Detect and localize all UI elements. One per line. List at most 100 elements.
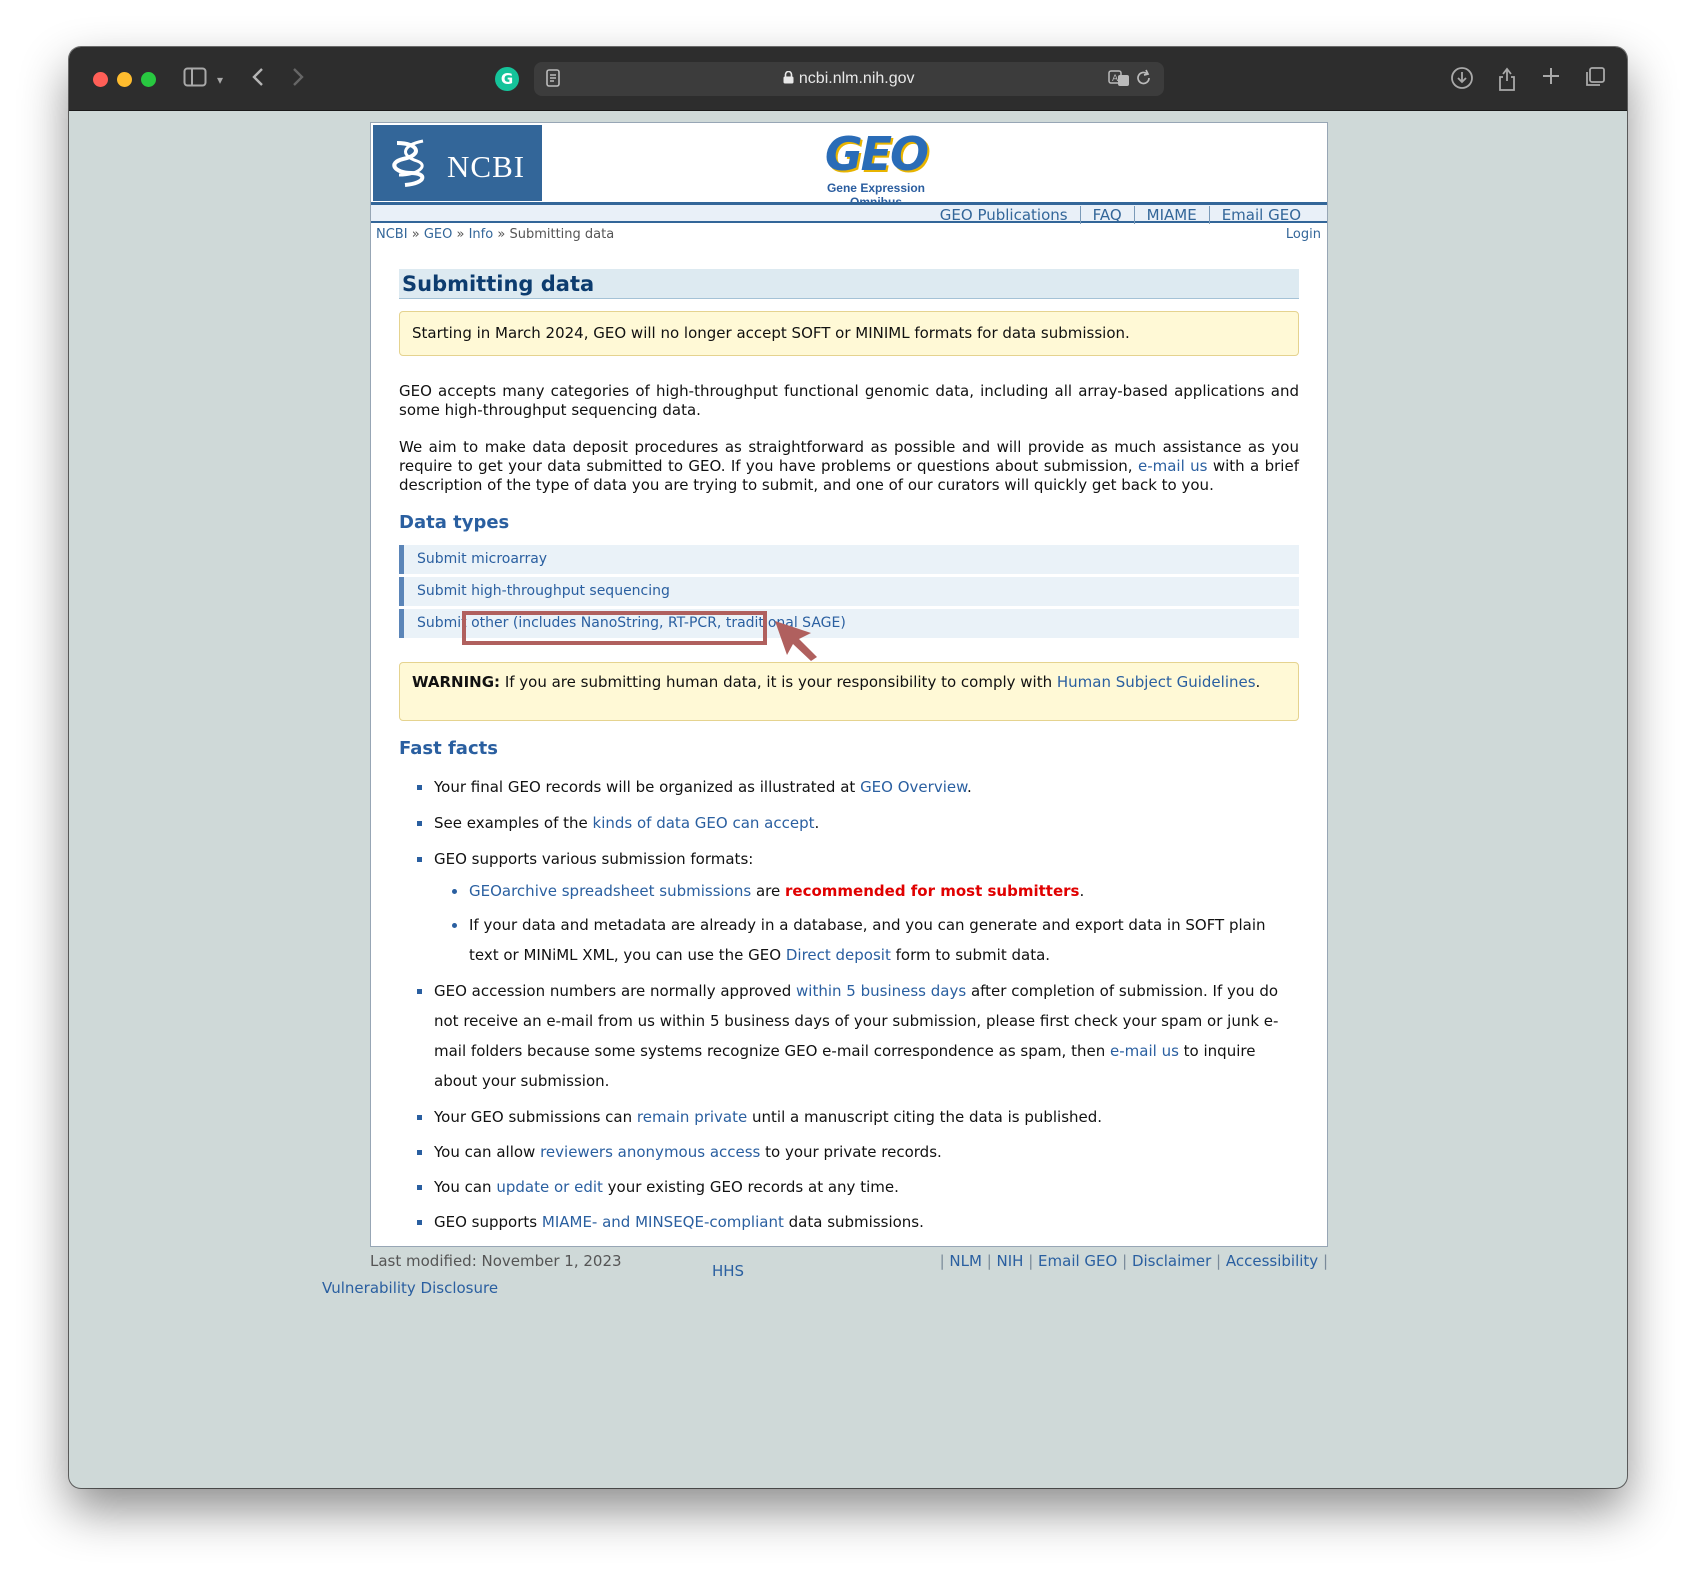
nav-geo-publications[interactable]: GEO Publications bbox=[928, 206, 1080, 224]
fact-text: You can allow bbox=[434, 1143, 536, 1161]
address-bar[interactable]: ncbi.nlm.nih.gov A bbox=[534, 62, 1164, 96]
footer-links: | NLM | NIH | Email GEO | Disclaimer | A… bbox=[939, 1252, 1328, 1270]
sub-bullet bbox=[452, 923, 457, 928]
breadcrumb-info[interactable]: Info bbox=[469, 227, 494, 242]
fact-text: . bbox=[966, 778, 972, 796]
minimize-window-button[interactable] bbox=[117, 72, 132, 87]
reviewers-access-link[interactable]: reviewers anonymous access bbox=[540, 1143, 760, 1161]
close-window-button[interactable] bbox=[93, 72, 108, 87]
fact-text: See examples of the bbox=[434, 814, 588, 832]
fact-text: form to submit data. bbox=[895, 946, 1051, 964]
kinds-of-data-link[interactable]: kinds of data GEO can accept bbox=[593, 814, 815, 832]
fact-text: You can bbox=[434, 1178, 492, 1196]
nav-faq[interactable]: FAQ bbox=[1079, 206, 1134, 224]
within-5-days-link[interactable]: within 5 business days bbox=[796, 982, 966, 1000]
ncbi-label: NCBI bbox=[447, 149, 526, 184]
format-notice: Starting in March 2024, GEO will no long… bbox=[399, 311, 1299, 356]
share-icon[interactable] bbox=[1495, 66, 1519, 94]
top-nav: GEO Publications FAQ MIAME Email GEO bbox=[371, 205, 1327, 224]
warning-box: WARNING: If you are submitting human dat… bbox=[399, 662, 1299, 721]
footer-accessibility-link[interactable]: Accessibility bbox=[1226, 1252, 1318, 1270]
bullet bbox=[417, 785, 422, 790]
fact-text: GEO supports various submission formats: bbox=[434, 850, 754, 868]
bullet bbox=[417, 1115, 422, 1120]
browser-toolbar: ▾ G ncbi.nlm.nih.gov A bbox=[69, 47, 1627, 111]
annotation-highlight-box bbox=[462, 611, 767, 645]
fact-text: GEO supports bbox=[434, 1213, 538, 1231]
email-us-link-2[interactable]: e-mail us bbox=[1110, 1042, 1179, 1060]
fast-facts-heading: Fast facts bbox=[399, 738, 498, 759]
fact-text: . bbox=[1079, 882, 1085, 900]
forward-icon[interactable] bbox=[289, 66, 307, 94]
sidebar-icon[interactable] bbox=[182, 66, 208, 94]
miame-minseqe-link[interactable]: MIAME- and MINSEQE-compliant bbox=[542, 1213, 784, 1231]
update-or-edit-link[interactable]: update or edit bbox=[496, 1178, 603, 1196]
geo-overview-link[interactable]: GEO Overview bbox=[860, 778, 967, 796]
list-item: See examples of the kinds of data GEO ca… bbox=[399, 810, 1299, 836]
ncbi-logo[interactable]: NCBI bbox=[373, 125, 542, 201]
breadcrumb-current: Submitting data bbox=[509, 227, 615, 242]
downloads-icon[interactable] bbox=[1450, 66, 1474, 94]
translate-icon[interactable]: A bbox=[1108, 69, 1130, 91]
data-types-heading: Data types bbox=[399, 512, 510, 533]
fact-text: . bbox=[814, 814, 820, 832]
zoom-window-button[interactable] bbox=[141, 72, 156, 87]
geo-page: NCBI GEO Gene Expression Omnibus GEO Pub… bbox=[370, 122, 1328, 1247]
fact-text: Your GEO submissions can bbox=[434, 1108, 633, 1126]
email-us-link[interactable]: e-mail us bbox=[1138, 457, 1207, 475]
list-item: GEO supports MIAME- and MINSEQE-complian… bbox=[399, 1209, 1299, 1235]
new-tab-icon[interactable] bbox=[1539, 66, 1563, 94]
fact-text: your existing GEO records at any time. bbox=[607, 1178, 899, 1196]
remain-private-link[interactable]: remain private bbox=[637, 1108, 747, 1126]
fact-text: Your final GEO records will be organized… bbox=[434, 778, 856, 796]
page-footer: Last modified: November 1, 2023 HHS | NL… bbox=[322, 1251, 1328, 1311]
fast-facts-list: Your final GEO records will be organized… bbox=[399, 774, 1299, 1235]
submit-hts-link[interactable]: Submit high-throughput sequencing bbox=[399, 577, 1299, 606]
url-text: ncbi.nlm.nih.gov bbox=[534, 62, 1164, 96]
vulnerability-disclosure-link[interactable]: Vulnerability Disclosure bbox=[322, 1278, 498, 1298]
browser-window: ▾ G ncbi.nlm.nih.gov A NCBI GEO Gene Exp… bbox=[69, 47, 1627, 1488]
bullet bbox=[417, 1185, 422, 1190]
submit-microarray-link[interactable]: Submit microarray bbox=[399, 545, 1299, 574]
hhs-link[interactable]: HHS bbox=[712, 1261, 744, 1281]
bullet bbox=[417, 857, 422, 862]
human-subject-guidelines-link[interactable]: Human Subject Guidelines bbox=[1057, 673, 1256, 691]
breadcrumb-ncbi[interactable]: NCBI bbox=[376, 227, 408, 242]
breadcrumb-sep: » bbox=[497, 227, 506, 242]
nav-email-geo[interactable]: Email GEO bbox=[1208, 206, 1313, 224]
breadcrumb-sep: » bbox=[456, 227, 465, 242]
list-item: GEOarchive spreadsheet submissions are r… bbox=[434, 878, 1299, 904]
fact-text: are bbox=[755, 882, 781, 900]
list-item: You can update or edit your existing GEO… bbox=[399, 1174, 1299, 1200]
footer-email-geo-link[interactable]: Email GEO bbox=[1038, 1252, 1117, 1270]
bullet bbox=[417, 1220, 422, 1225]
chevron-down-icon[interactable]: ▾ bbox=[213, 66, 227, 94]
list-item: You can allow reviewers anonymous access… bbox=[399, 1139, 1299, 1165]
back-icon[interactable] bbox=[249, 66, 267, 94]
fact-text: data submissions. bbox=[788, 1213, 924, 1231]
list-item: Your final GEO records will be organized… bbox=[399, 774, 1299, 800]
list-item: If your data and metadata are already in… bbox=[434, 910, 1299, 970]
intro-paragraph: GEO accepts many categories of high-thro… bbox=[399, 382, 1299, 419]
geoarchive-link[interactable]: GEOarchive spreadsheet submissions bbox=[469, 882, 751, 900]
sub-bullet bbox=[452, 889, 457, 894]
warning-text: If you are submitting human data, it is … bbox=[504, 673, 1053, 691]
footer-nlm-link[interactable]: NLM bbox=[949, 1252, 982, 1270]
assistance-paragraph: We aim to make data deposit procedures a… bbox=[399, 438, 1299, 495]
direct-deposit-link[interactable]: Direct deposit bbox=[786, 946, 891, 964]
svg-text:A: A bbox=[1112, 74, 1119, 84]
breadcrumb-geo[interactable]: GEO bbox=[424, 227, 453, 242]
login-link[interactable]: Login bbox=[1286, 225, 1321, 245]
bullet bbox=[417, 989, 422, 994]
formats-sublist: GEOarchive spreadsheet submissions are r… bbox=[434, 878, 1299, 970]
list-item: GEO supports various submission formats:… bbox=[399, 846, 1299, 970]
fact-text: until a manuscript citing the data is pu… bbox=[752, 1108, 1103, 1126]
reload-icon[interactable] bbox=[1136, 69, 1152, 91]
grammarly-icon[interactable]: G bbox=[495, 67, 519, 91]
nav-miame[interactable]: MIAME bbox=[1133, 206, 1209, 224]
geo-logo[interactable]: GEO Gene Expression Omnibus bbox=[801, 129, 951, 209]
tab-overview-icon[interactable] bbox=[1583, 66, 1607, 94]
footer-disclaimer-link[interactable]: Disclaimer bbox=[1132, 1252, 1211, 1270]
ncbi-helix-icon bbox=[389, 137, 431, 200]
footer-nih-link[interactable]: NIH bbox=[997, 1252, 1024, 1270]
